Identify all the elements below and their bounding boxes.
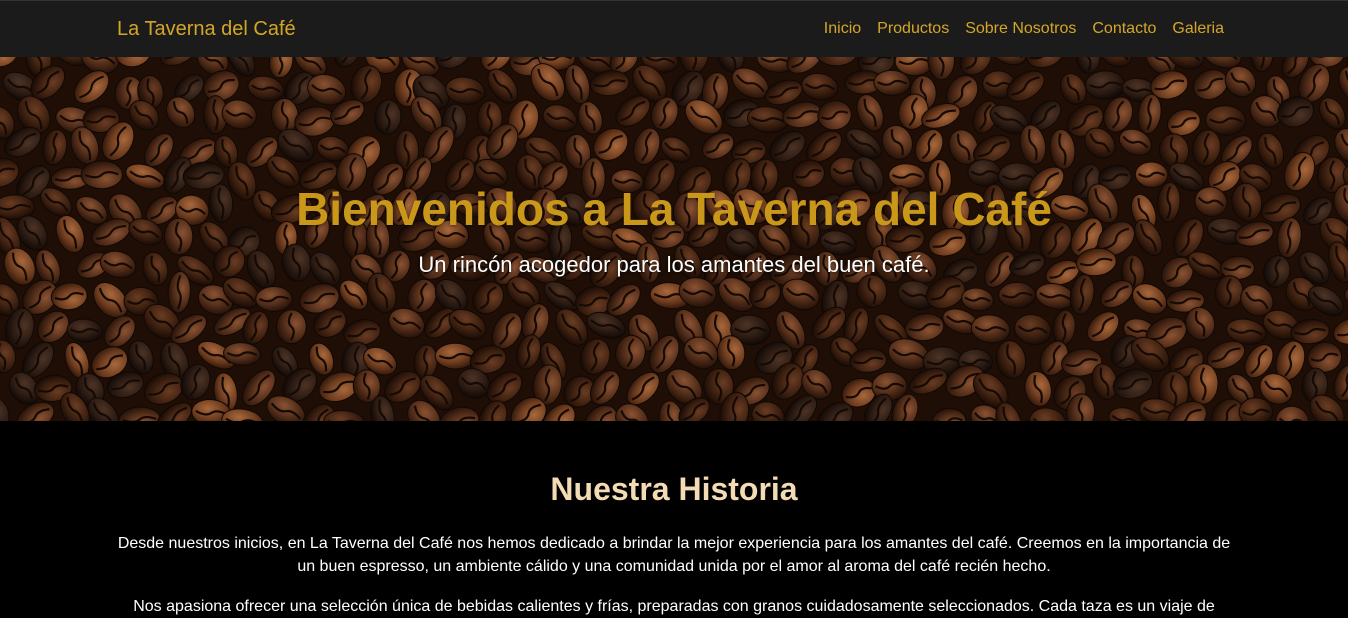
story-paragraph: Desde nuestros inicios, en La Taverna de… xyxy=(117,535,1231,575)
coffee-beans-background-image xyxy=(0,57,1348,421)
section-title: Nuestra Historia xyxy=(550,471,798,507)
nav-link-inicio[interactable]: Inicio xyxy=(824,20,861,38)
our-story-section: Nuestra Historia Desde nuestros inicios,… xyxy=(0,421,1348,615)
hero-banner: Bienvenidos a La Taverna del Café Un rin… xyxy=(0,57,1348,421)
nav-links: Inicio Productos Sobre Nosotros Contacto… xyxy=(824,20,1224,38)
hero-title: Bienvenidos a La Taverna del Café xyxy=(296,183,1052,235)
hero-subtitle: Un rincón acogedor para los amantes del … xyxy=(418,252,930,277)
brand-logo-text[interactable]: La Taverna del Café xyxy=(117,18,296,41)
nav-link-sobre-nosotros[interactable]: Sobre Nosotros xyxy=(965,20,1076,38)
story-paragraph: Nos apasiona ofrecer una selección única… xyxy=(133,598,1215,615)
nav-link-contacto[interactable]: Contacto xyxy=(1092,20,1156,38)
top-navbar: La Taverna del Café Inicio Productos Sob… xyxy=(0,0,1348,57)
nav-link-galeria[interactable]: Galeria xyxy=(1172,20,1224,38)
nav-link-productos[interactable]: Productos xyxy=(877,20,949,38)
